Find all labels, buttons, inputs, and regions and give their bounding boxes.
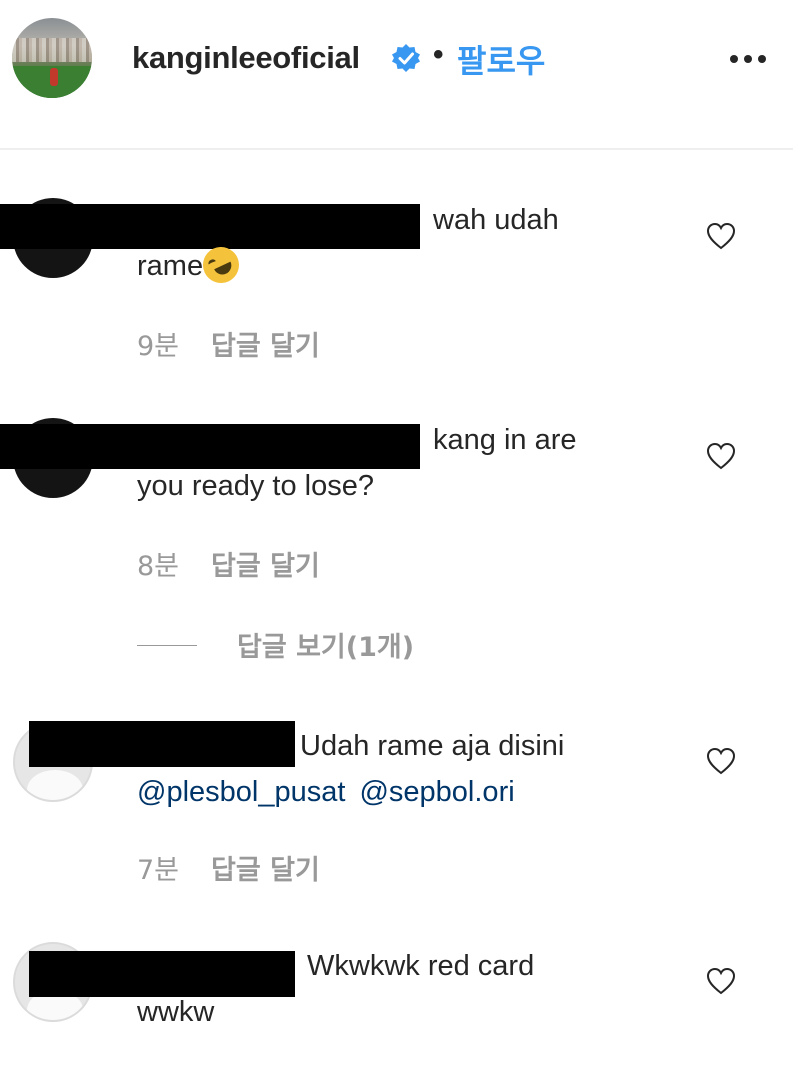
reply-button[interactable]: 답글 달기	[211, 848, 320, 887]
like-heart-icon[interactable]	[706, 747, 736, 775]
comment-time: 9분	[137, 331, 180, 362]
comment-meta: 8분 답글 달기	[137, 544, 320, 583]
header-divider	[0, 148, 793, 150]
comment-time: 7분	[137, 855, 180, 886]
like-heart-icon[interactable]	[706, 222, 736, 250]
laughing-emoji-icon	[197, 241, 245, 289]
comment-text: Wkwkwk red card wwkw	[137, 944, 657, 1036]
profile-username[interactable]: kanginleeoficial	[132, 40, 360, 76]
view-replies-line	[137, 645, 197, 646]
avatar-placeholder-body	[27, 770, 83, 800]
comment-text-line2: wwkw	[137, 996, 215, 1028]
comment-time: 8분	[137, 551, 180, 582]
like-heart-icon[interactable]	[706, 442, 736, 470]
comment-meta: 9분 답글 달기	[137, 324, 320, 363]
comment-text-line2: you ready to lose?	[137, 470, 374, 502]
comment-meta: 7분 답글 달기	[137, 848, 320, 887]
comment-text-line1: kang in are	[433, 424, 577, 456]
profile-avatar[interactable]	[12, 18, 92, 98]
comment-text: kang in are you ready to lose?	[137, 418, 657, 510]
comment-text: Udah rame aja disini @plesbol_pusat @sep…	[137, 724, 657, 816]
post-header: kanginleeoficial • 팔로우	[0, 0, 793, 148]
comment-text: wah udah rame	[137, 198, 657, 290]
mention-link[interactable]: @sepbol.ori	[359, 776, 514, 808]
comment-text-line1: Wkwkwk red card	[307, 950, 535, 982]
like-heart-icon[interactable]	[706, 967, 736, 995]
avatar-stadium-stand	[12, 38, 92, 62]
comment-text-line1: Udah rame aja disini	[300, 730, 565, 762]
verified-badge-icon	[392, 44, 420, 72]
follow-button[interactable]: 팔로우	[457, 36, 545, 82]
header-separator: •	[433, 38, 444, 71]
mention-link[interactable]: @plesbol_pusat	[137, 776, 345, 808]
view-replies-label: 답글 보기(1개)	[237, 632, 415, 663]
avatar-player	[50, 68, 58, 86]
reply-button[interactable]: 답글 달기	[211, 544, 320, 583]
comment-text-line1: wah udah	[433, 204, 559, 236]
reply-button[interactable]: 답글 달기	[211, 324, 320, 363]
more-options-icon[interactable]	[728, 47, 768, 71]
comment-text-line2: rame	[137, 250, 204, 282]
